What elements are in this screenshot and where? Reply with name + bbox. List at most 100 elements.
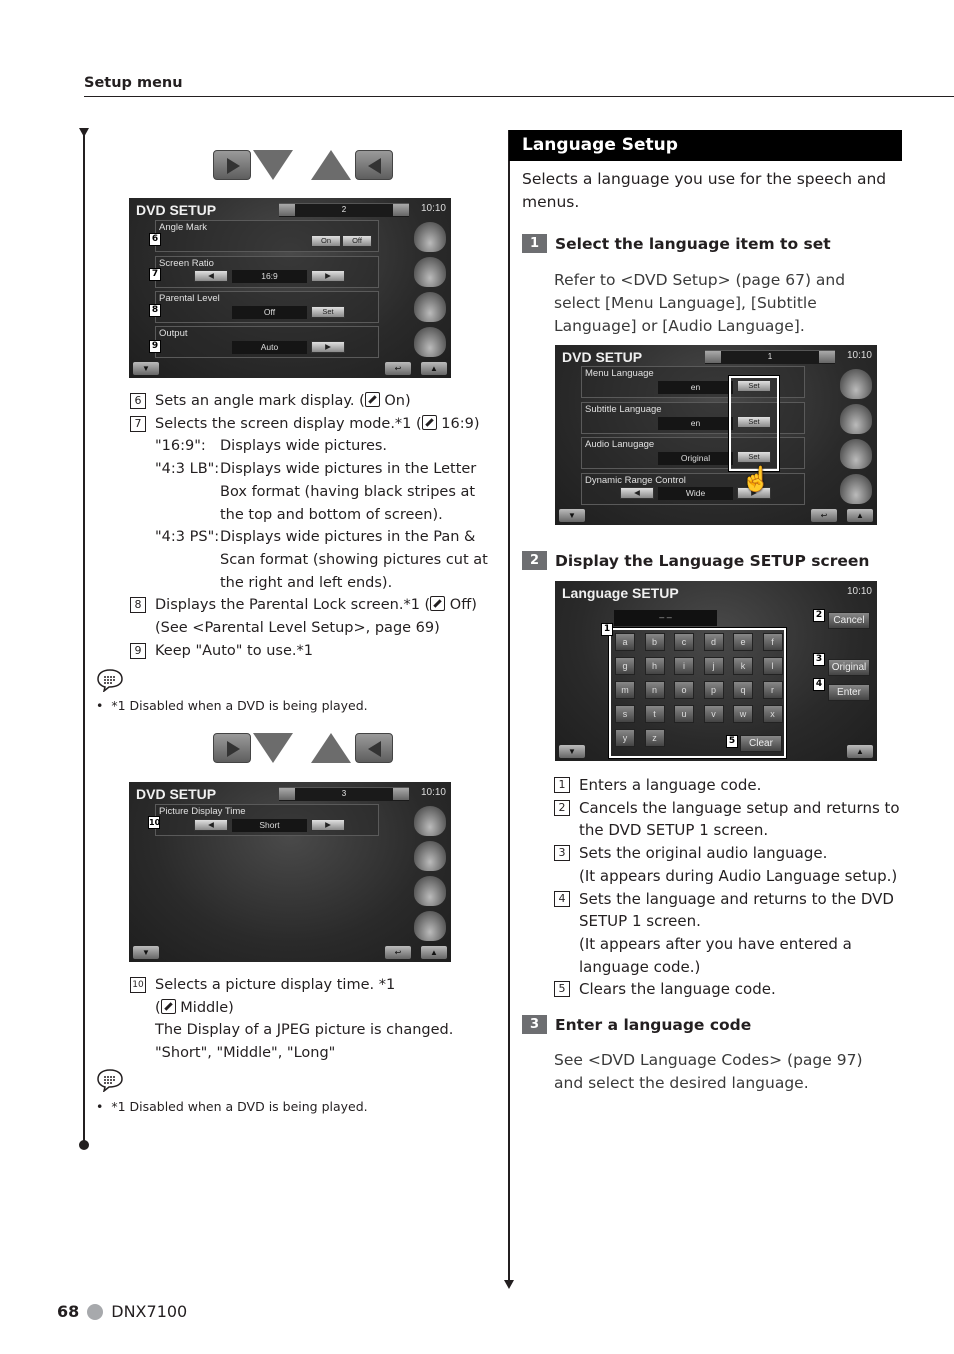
page-number: 2 bbox=[341, 205, 347, 214]
section-header: Setup menu bbox=[84, 75, 183, 91]
value-display: Off bbox=[232, 306, 307, 319]
prev-page-button bbox=[355, 733, 393, 763]
code-display: – – bbox=[614, 610, 717, 626]
step-number: 1 bbox=[522, 234, 547, 253]
list-item: 2 Cancels the language setup and returns … bbox=[554, 797, 904, 820]
item-number: 2 bbox=[554, 799, 570, 816]
note-icon bbox=[97, 669, 123, 692]
item-text: Cancels the language setup and returns t… bbox=[579, 798, 900, 817]
item-number: 8 bbox=[130, 597, 146, 614]
item-text: Sets the language and returns to the DVD bbox=[579, 889, 894, 908]
key-z: z bbox=[644, 729, 665, 747]
prev-page-button bbox=[355, 150, 393, 180]
dynamic-range-panel: Dynamic Range Control ◀ Wide ▶ bbox=[581, 473, 805, 505]
option-key: "4:3 PS": bbox=[155, 529, 220, 546]
option-key: "16:9": bbox=[155, 438, 206, 455]
clock: 10:10 bbox=[420, 787, 446, 798]
flow-end-dot-icon bbox=[79, 1140, 89, 1150]
page-bar: 1 bbox=[705, 350, 835, 364]
list-item: 1 Enters a language code. bbox=[554, 774, 904, 797]
page-next-icon bbox=[393, 204, 409, 216]
off-button: Off bbox=[342, 235, 372, 247]
next-page-button bbox=[213, 733, 251, 763]
default-line: ( Middle) bbox=[155, 998, 234, 1016]
side-menu bbox=[840, 369, 874, 509]
list-item-continuation: (It appears during Audio Language setup.… bbox=[579, 866, 898, 885]
screen-title: Language SETUP bbox=[562, 585, 679, 601]
side-menu bbox=[414, 222, 448, 362]
step-3-body: See <DVD Language Codes> (page 97) and s… bbox=[554, 1051, 863, 1092]
item-text: Selects a picture display time. *1 bbox=[155, 977, 396, 993]
wrench-icon bbox=[430, 596, 446, 612]
panel-label: Dynamic Range Control bbox=[585, 475, 686, 486]
arrow-right-icon bbox=[227, 741, 240, 757]
return-icon: ↩ bbox=[811, 509, 837, 522]
speaker-icon bbox=[414, 876, 446, 906]
key-q: q bbox=[733, 681, 753, 699]
item-text: Sets an angle mark display. ( bbox=[155, 393, 365, 409]
panel-label: Audio Lanugage bbox=[585, 439, 655, 450]
clear-button: Clear bbox=[740, 735, 782, 752]
panel-label: Output bbox=[159, 328, 188, 339]
arrow-up-icon bbox=[311, 150, 351, 180]
screen-title: DVD SETUP bbox=[136, 202, 217, 218]
callout-1: 1 bbox=[601, 623, 613, 636]
item-10: 10 Selects a picture display time. *1 ( … bbox=[130, 974, 490, 1065]
setup-icon bbox=[414, 327, 446, 357]
value-display: Short bbox=[232, 819, 307, 832]
ratio-option: "4:3 LB": Displays wide pictures in the L… bbox=[130, 458, 490, 526]
dvd-setup-screen-1: DVD SETUP 1 10:10 Menu Language en Set S… bbox=[555, 345, 877, 525]
music-icon bbox=[840, 404, 872, 434]
default-value: Off) bbox=[449, 597, 477, 614]
footnote: • *1 Disabled when a DVD is being played… bbox=[96, 1099, 368, 1114]
list-item: 9 Keep "Auto" to use.*1 bbox=[130, 640, 490, 663]
panel-label: Screen Ratio bbox=[159, 258, 214, 269]
list-item: 6 Sets an angle mark display. ( On) bbox=[130, 390, 490, 413]
step-1-body: Refer to <DVD Setup> (page 67) and selec… bbox=[554, 271, 846, 335]
key-j: j bbox=[703, 657, 724, 675]
value-display: Original bbox=[658, 452, 733, 465]
key-h: h bbox=[644, 657, 665, 675]
original-button: Original bbox=[828, 659, 870, 676]
value-display: 16:9 bbox=[232, 270, 307, 283]
callout-9: 9 bbox=[149, 340, 161, 353]
clock: 10:10 bbox=[420, 203, 446, 214]
volume-down-icon: ▼ bbox=[559, 745, 585, 758]
item-number: 4 bbox=[554, 890, 570, 907]
key-y: y bbox=[615, 729, 635, 747]
note-icon bbox=[97, 1069, 123, 1092]
footer-dot-icon bbox=[87, 1303, 104, 1320]
volume-down-icon: ▼ bbox=[559, 509, 585, 522]
left-arrow-button: ◀ bbox=[620, 487, 654, 499]
panel-label: Angle Mark bbox=[159, 222, 208, 233]
volume-down-icon: ▼ bbox=[133, 946, 159, 959]
callout-5: 5 bbox=[726, 735, 738, 748]
setup-icon bbox=[414, 911, 446, 941]
option-desc: Displays wide pictures in the Pan & Scan… bbox=[220, 529, 488, 591]
default-value: Middle) bbox=[180, 999, 234, 1016]
step-title: Display the Language SETUP screen bbox=[555, 551, 870, 570]
picture-display-time-panel: Picture Display Time ◀ Short ▶ bbox=[155, 804, 379, 836]
key-u: u bbox=[674, 705, 694, 723]
footnote-text: *1 Disabled when a DVD is being played. bbox=[111, 1099, 368, 1114]
return-icon: ↩ bbox=[385, 946, 411, 959]
right-arrow-button: ▶ bbox=[311, 270, 345, 282]
list-item-continuation: (It appears after you have entered a bbox=[579, 934, 852, 953]
key-x: x bbox=[762, 705, 783, 723]
arrow-left-icon bbox=[368, 158, 381, 174]
grid-menu-icon bbox=[414, 806, 446, 836]
item-number: 5 bbox=[554, 981, 570, 998]
right-arrow-button: ▶ bbox=[311, 341, 345, 353]
output-panel: Output Auto ▶ bbox=[155, 326, 379, 358]
option-desc: Displays wide pictures. bbox=[220, 438, 388, 455]
arrow-up-icon bbox=[311, 733, 351, 763]
item-number: 6 bbox=[130, 393, 146, 409]
screen-title: DVD SETUP bbox=[136, 786, 217, 802]
header-rule bbox=[84, 96, 954, 97]
value-display: Auto bbox=[232, 341, 307, 354]
cancel-button: Cancel bbox=[828, 612, 870, 629]
panel-label: Subtitle Language bbox=[585, 404, 662, 415]
callout-7: 7 bbox=[149, 268, 161, 281]
volume-up-icon: ▲ bbox=[847, 745, 873, 758]
key-f: f bbox=[762, 633, 783, 651]
